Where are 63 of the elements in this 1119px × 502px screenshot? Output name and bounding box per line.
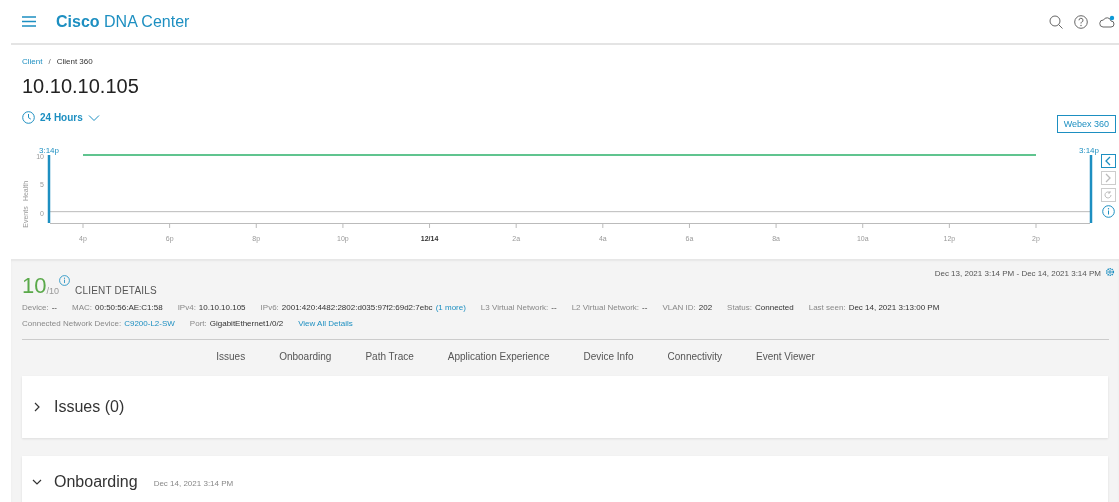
end-marker-label: 3:14p <box>1078 146 1099 155</box>
more-link[interactable]: (1 more) <box>435 303 466 312</box>
detail-label: Port: <box>189 319 207 328</box>
tab[interactable]: Event Viewer <box>756 351 815 366</box>
app-title: Cisco DNA Center <box>56 12 190 31</box>
detail-label: L2 Virtual Network: <box>571 303 640 312</box>
tab[interactable]: Device Info <box>583 351 634 366</box>
help-icon[interactable] <box>1074 14 1088 29</box>
chevron-right-icon <box>1104 173 1112 183</box>
info-icon[interactable] <box>1101 205 1115 218</box>
webex-button[interactable]: Webex 360 <box>1056 115 1116 133</box>
tab[interactable]: Application Experience <box>447 351 550 366</box>
breadcrumb-separator: / <box>48 57 51 66</box>
detail-label: Device: <box>22 303 49 312</box>
detail-value: 10.10.10.105 <box>198 303 246 312</box>
detail-value: Dec 14, 2021 3:13:00 PM <box>848 303 940 312</box>
detail-label: L3 Virtual Network: <box>480 303 549 312</box>
detail-label: Last seen: <box>808 303 846 312</box>
detail-value: Connected <box>755 303 794 312</box>
detail-label: VLAN ID: <box>662 303 696 312</box>
detail-label: MAC: <box>72 303 92 312</box>
tab[interactable]: Connectivity <box>667 351 722 366</box>
end-handle[interactable] <box>1089 155 1093 223</box>
detail-label: IPv6: <box>260 303 279 312</box>
detail-value: 202 <box>698 303 713 312</box>
detail-value: 00:50:56:AE:C1:58 <box>95 303 163 312</box>
previous-button[interactable] <box>1100 154 1116 168</box>
page-title: 10.10.10.105 <box>22 75 140 98</box>
section-date: Dec 14, 2021 3:14 PM <box>153 479 234 488</box>
date-range: Dec 13, 2021 3:14 PM - Dec 14, 2021 3:14 PM <box>934 269 1101 278</box>
info-icon[interactable] <box>59 275 70 286</box>
detail-value: GigabitEthernet1/0/2 <box>209 319 284 328</box>
chevron-down-icon <box>87 113 100 122</box>
detail-label: Connected Network Device: <box>22 319 122 328</box>
start-marker-label: 3:14p <box>39 146 60 155</box>
chevron-right-icon <box>32 402 42 412</box>
clock-icon <box>22 111 35 124</box>
section-toggle[interactable]: Issues (0) <box>32 398 125 416</box>
section-heading: CLIENT DETAILS <box>75 285 157 296</box>
section-toggle[interactable]: Onboarding <box>32 473 138 491</box>
view-details-link[interactable]: View All Details <box>298 319 353 328</box>
detail-value: 2001:420:4482:2802:d035:97f2:69d2:7ebc <box>281 303 433 312</box>
menu-icon[interactable] <box>22 16 36 27</box>
chevron-down-icon <box>32 477 42 487</box>
breadcrumb-link[interactable]: Client <box>22 57 43 66</box>
chevron-left-icon <box>1104 156 1112 166</box>
reset-icon <box>1103 190 1113 200</box>
detail-value: -- <box>551 303 557 312</box>
search-icon[interactable] <box>1049 14 1063 29</box>
start-handle[interactable] <box>47 155 51 223</box>
breadcrumb-current: Client 360 <box>56 57 93 66</box>
cloud-icon[interactable] <box>1099 14 1115 29</box>
time-range-dropdown[interactable]: 24 Hours <box>22 111 100 124</box>
detail-value: -- <box>51 303 57 312</box>
settings-icon[interactable] <box>1105 267 1115 277</box>
detail-label: Status: <box>727 303 752 312</box>
tab[interactable]: Issues <box>216 351 246 366</box>
detail-value: -- <box>642 303 648 312</box>
tab[interactable]: Onboarding <box>279 351 332 366</box>
tab[interactable]: Path Trace <box>365 351 414 366</box>
score-max: /10 <box>46 286 59 296</box>
health-score: 10 <box>22 275 47 297</box>
detail-label: IPv4: <box>177 303 196 312</box>
